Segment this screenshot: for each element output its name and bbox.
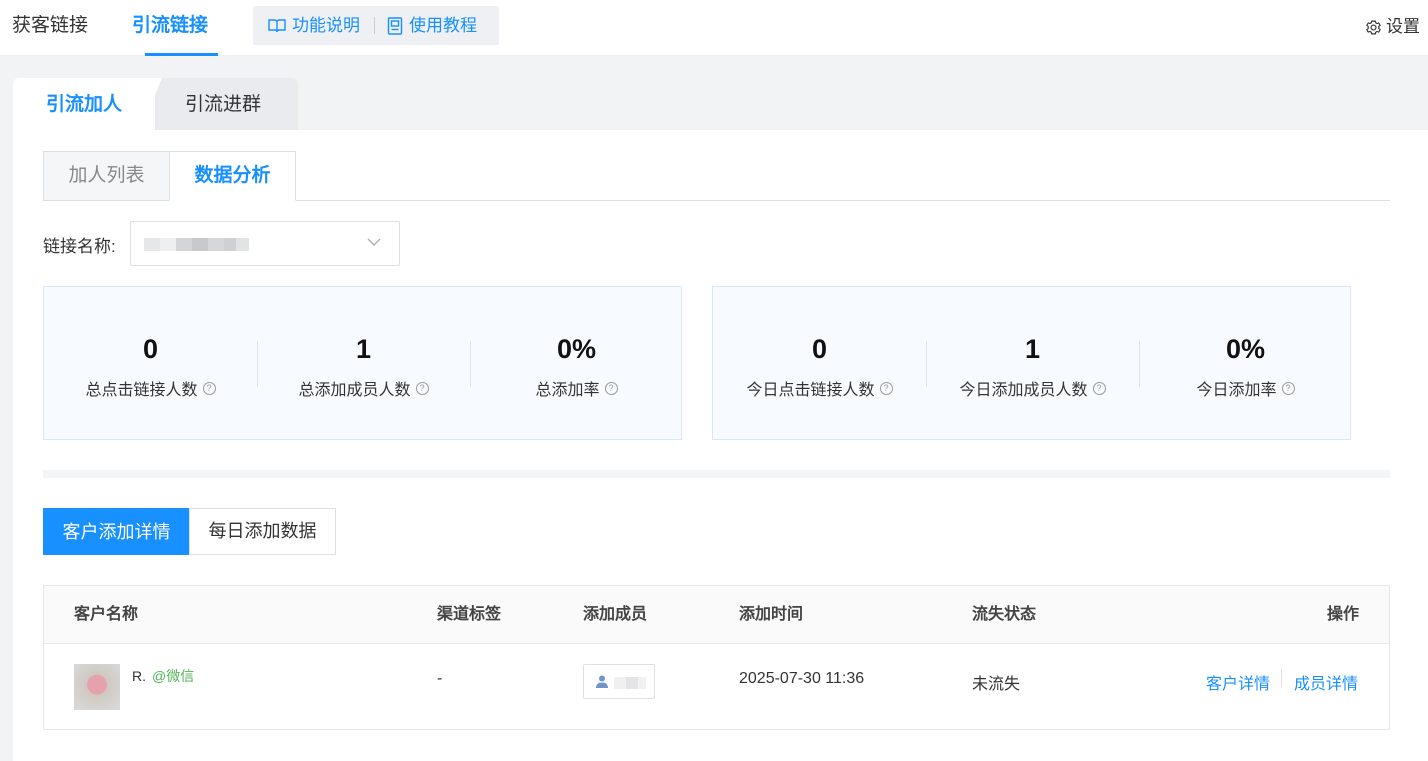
stat-value: 0 — [142, 334, 159, 364]
customer-name: R. — [132, 668, 146, 684]
question-icon[interactable]: ? — [604, 381, 618, 395]
column-header: 客户名称 — [74, 606, 139, 623]
blurred-member-name — [638, 677, 646, 689]
today-stats-panel: 0 今日点击链接人数? 1 今日添加成员人数? 0% 今日添加率? — [712, 286, 1351, 440]
stat-label-row: 总添加率? — [470, 376, 683, 400]
tutorial-link[interactable]: 使用教程 — [387, 6, 477, 45]
top-tab-traffic-link[interactable]: 引流链接 — [132, 0, 232, 56]
stat-label: 今日点击链接人数 — [746, 382, 875, 399]
person-icon — [596, 675, 608, 688]
settings-label: 设置 — [1386, 17, 1420, 36]
total-stats-panel: 0 总点击链接人数? 1 总添加成员人数? 0% 总添加率? — [43, 286, 682, 440]
gear-icon — [1366, 20, 1381, 34]
customer-details-link[interactable]: 客户详情 — [1206, 670, 1270, 694]
column-header: 操作 — [1326, 606, 1359, 623]
stat-value: 1 — [1024, 334, 1041, 364]
tab-add-list[interactable]: 加人列表 — [43, 151, 170, 201]
tab-data-analysis[interactable]: 数据分析 — [169, 151, 296, 201]
customer-name-cell: R. @微信 — [132, 666, 194, 686]
stat-today-rate: 0% 今日添加率? — [1139, 287, 1352, 441]
stat-label-row: 今日添加率? — [1139, 376, 1352, 400]
tutorial-label: 使用教程 — [409, 16, 477, 35]
blurred-value — [192, 238, 208, 251]
stat-label: 总添加率 — [535, 382, 600, 399]
question-icon[interactable]: ? — [202, 381, 216, 395]
link-name-label: 链接名称: — [43, 237, 116, 256]
blurred-member-name — [626, 677, 638, 689]
avatar — [74, 664, 120, 710]
stat-label-row: 总点击链接人数? — [44, 376, 257, 400]
tab-traffic-to-group[interactable]: 引流进群 — [148, 78, 298, 131]
top-nav-bar: 获客链接 引流链接 功能说明 使用教程 设置 — [0, 0, 1428, 56]
stat-total-clicks: 0 总点击链接人数? — [44, 287, 257, 441]
blurred-member-name — [614, 677, 626, 689]
blurred-value — [144, 238, 160, 251]
blurred-value — [236, 238, 249, 251]
question-icon[interactable]: ? — [1281, 381, 1295, 395]
stat-label: 总点击链接人数 — [85, 382, 198, 399]
stat-value: 0% — [556, 334, 597, 364]
tab-daily-add-data[interactable]: 每日添加数据 — [189, 508, 336, 555]
column-header: 渠道标签 — [437, 606, 502, 623]
feature-description-link[interactable]: 功能说明 — [268, 6, 360, 45]
stat-label-row: 总添加成员人数? — [257, 376, 470, 400]
action-separator — [1281, 669, 1282, 687]
chevron-down-icon — [367, 238, 381, 246]
column-header: 流失状态 — [972, 606, 1037, 623]
member-details-link[interactable]: 成员详情 — [1294, 670, 1358, 694]
customer-table: 客户名称 渠道标签 添加成员 添加时间 流失状态 操作 R. @微信 - 2025… — [43, 585, 1390, 730]
tab-traffic-to-person[interactable]: 引流加人 — [13, 78, 155, 131]
feature-description-label: 功能说明 — [292, 16, 360, 35]
stat-value: 1 — [355, 334, 372, 364]
stat-label: 今日添加率 — [1196, 382, 1277, 399]
help-separator — [374, 17, 375, 34]
top-tab-traffic-link-label: 引流链接 — [132, 15, 209, 36]
table-header: 客户名称 渠道标签 添加成员 添加时间 流失状态 操作 — [44, 586, 1389, 644]
channel-tag-cell: - — [437, 670, 443, 687]
stat-label: 今日添加成员人数 — [959, 382, 1088, 399]
churn-status-cell: 未流失 — [972, 676, 1021, 693]
blurred-value — [176, 238, 192, 251]
member-chip[interactable] — [583, 664, 655, 699]
question-icon[interactable]: ? — [415, 381, 429, 395]
section-divider — [43, 470, 1390, 478]
top-tab-customer-link[interactable]: 获客链接 — [12, 0, 88, 56]
add-time-cell: 2025-07-30 11:36 — [739, 670, 865, 687]
question-icon[interactable]: ? — [1092, 381, 1106, 395]
question-icon[interactable]: ? — [879, 381, 893, 395]
stat-label-row: 今日点击链接人数? — [713, 376, 926, 400]
stat-today-clicks: 0 今日点击链接人数? — [713, 287, 926, 441]
tab-customer-add-details[interactable]: 客户添加详情 — [43, 508, 190, 555]
customer-source: @微信 — [152, 668, 195, 684]
book-icon — [268, 18, 286, 32]
settings-button[interactable]: 设置 — [1365, 0, 1420, 54]
help-links: 功能说明 使用教程 — [253, 6, 499, 45]
stat-label: 总添加成员人数 — [298, 382, 411, 399]
stat-value: 0% — [1225, 334, 1266, 364]
stat-value: 0 — [811, 334, 828, 364]
blurred-value — [160, 238, 176, 251]
stat-today-added: 1 今日添加成员人数? — [926, 287, 1139, 441]
stat-total-added: 1 总添加成员人数? — [257, 287, 470, 441]
document-icon — [387, 16, 403, 35]
column-header: 添加时间 — [739, 606, 804, 623]
stat-label-row: 今日添加成员人数? — [926, 376, 1139, 400]
blurred-value — [208, 238, 224, 251]
column-header: 添加成员 — [583, 606, 648, 623]
stat-total-rate: 0% 总添加率? — [470, 287, 683, 441]
link-name-select[interactable] — [130, 221, 400, 266]
